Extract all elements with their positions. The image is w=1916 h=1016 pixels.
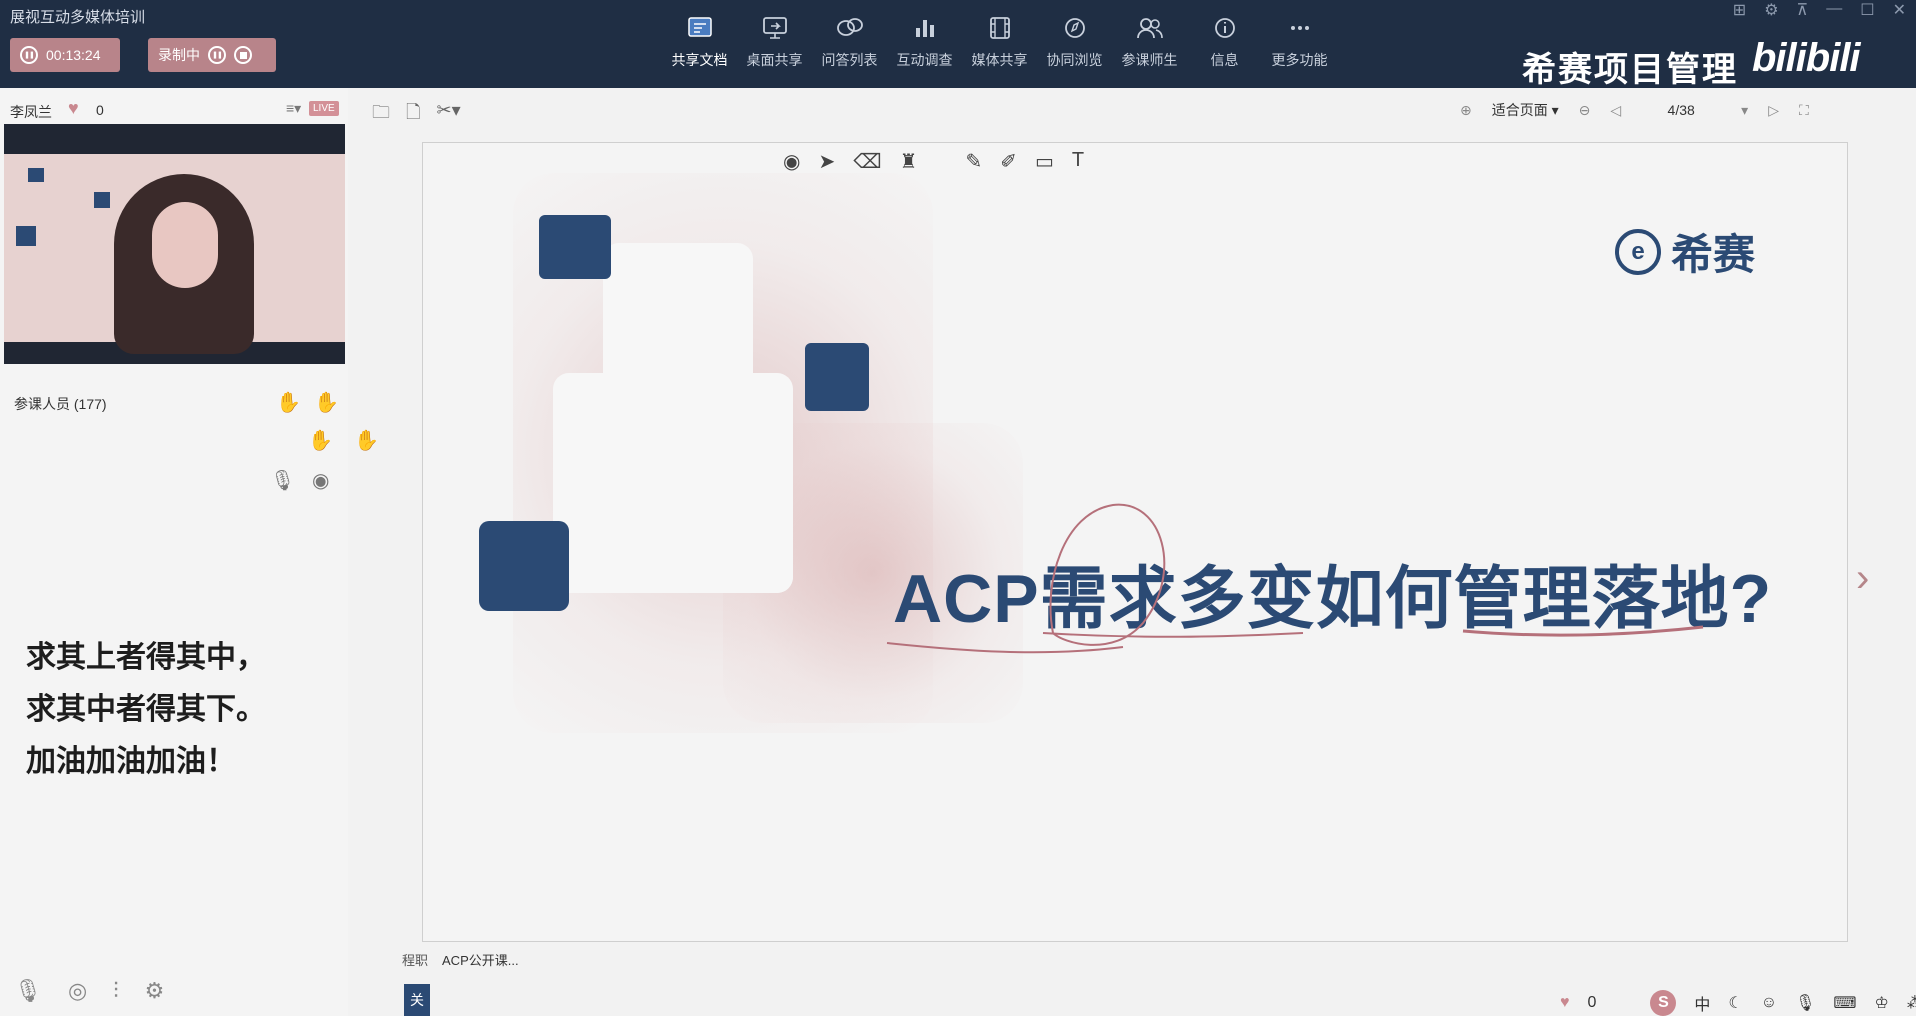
zoom-select[interactable]: 适合页面 ▾ (1492, 100, 1559, 120)
qa-list-icon (835, 14, 865, 42)
brand-watermark: 希赛项目管理 (1522, 51, 1738, 89)
timer-pill[interactable]: 00:13:24 (10, 38, 120, 72)
camera-icon[interactable]: ◉ (312, 468, 329, 493)
app-title: 展视互动多媒体培训 (10, 9, 146, 26)
stop-recording-icon[interactable] (234, 46, 252, 64)
close-icon[interactable]: ✕ (1893, 0, 1906, 20)
tray-likes: 0 (1587, 994, 1597, 1011)
doc-tab-name[interactable]: ACP公开课... (442, 950, 519, 969)
pin-icon[interactable]: ⊼ (1797, 0, 1809, 20)
tool-survey[interactable]: 互动调查 (887, 14, 962, 70)
microphone-icon[interactable]: 🎙 (270, 468, 295, 493)
title-bar: 展视互动多媒体培训 00:13:24 录制中 共享文档 桌面共享 问答列表 (0, 0, 1916, 89)
slide-canvas[interactable]: ◉ ➤ ⌫ ♜ ✎ ✐ ▭ T e 希赛 ACP需求多变如何管理落地? (422, 142, 1848, 942)
video-frame (4, 154, 345, 354)
grid-icon[interactable]: ⊞ (1733, 0, 1746, 20)
apps-icon[interactable]: ⁂ (1907, 993, 1916, 1013)
live-badge: LIVE (309, 101, 339, 116)
scissors-icon[interactable]: ✂▾ (436, 100, 460, 130)
next-page-icon[interactable]: ▷ (1768, 102, 1779, 119)
recording-control[interactable]: 录制中 (148, 38, 276, 72)
zoom-bar: ⊕ 适合页面 ▾ ⊖ ◁ 4/38 ▾ ▷ ⛶ (1460, 100, 1809, 120)
tool-co-browse[interactable]: 协同浏览 (1037, 14, 1112, 70)
tool-qa-list[interactable]: 问答列表 (812, 14, 887, 70)
new-file-icon[interactable]: 🗋 (406, 100, 420, 130)
mute-all-icon[interactable]: ✋ (276, 390, 301, 415)
open-folder-icon[interactable]: 🗀 (372, 100, 390, 130)
zoom-out-icon[interactable]: ⊖ (1579, 102, 1591, 119)
equalizer-icon[interactable]: ⫶ (113, 978, 119, 1004)
pause-recording-icon[interactable] (208, 46, 226, 64)
hands-icon[interactable]: ✋ (308, 428, 333, 453)
tool-desktop-share[interactable]: 桌面共享 (737, 14, 812, 70)
desktop-share-icon (760, 14, 790, 42)
compass-icon (1060, 14, 1090, 42)
like-count: 0 (96, 102, 104, 118)
recording-status: 录制中 (158, 47, 200, 63)
motto-text: 求其上者得其中， 求其中者得其下。 加油加油加油！ (26, 641, 266, 778)
session-timer: 00:13:24 (46, 47, 101, 63)
keyboard-icon[interactable]: ⌨ (1833, 993, 1856, 1013)
prev-page-icon[interactable]: ◁ (1610, 102, 1621, 119)
maximize-icon[interactable]: ☐ (1860, 0, 1874, 20)
heart-icon[interactable]: ♥ (1560, 994, 1570, 1012)
list-menu-icon[interactable]: ≡▾ (286, 100, 301, 117)
webcam-icon[interactable]: ◎ (68, 978, 87, 1004)
bottom-left-tools: 🎙 ◎ ⫶ ⚙ (14, 978, 164, 1004)
teacher-name: 李凤兰 (10, 104, 52, 120)
document-tab-bar: 程职 ACP公开课... (402, 950, 519, 969)
moon-icon[interactable]: ☾ (1728, 993, 1742, 1013)
settings-icon[interactable]: ⚙ (1764, 0, 1778, 20)
document-tools: 🗀 🗋 ✂▾ (372, 100, 461, 130)
heart-icon[interactable]: ♥ (68, 98, 79, 119)
system-tray: ♥ 0 S 中 ☾ ☺ 🎙 ⌨ ♔ ⁂ (1560, 990, 1916, 1016)
fullscreen-icon[interactable]: ⛶ (1799, 102, 1809, 119)
people-icon (1135, 14, 1165, 42)
shirt-icon[interactable]: ♔ (1875, 993, 1889, 1013)
participants-count: 参课人员 (177) (14, 396, 107, 412)
wave-icon[interactable]: ✋ (354, 428, 379, 453)
pen-annotations (886, 503, 1704, 654)
tool-more[interactable]: 更多功能 (1262, 14, 1337, 70)
ime-logo-icon[interactable]: S (1650, 990, 1677, 1016)
left-panel: 李凤兰 ♥ 0 ≡▾ LIVE 参课人员 (177) ✋ ✋ ✋ ✋ 🎙 ◉ 求… (0, 88, 379, 1016)
page-dropdown-icon[interactable]: ▾ (1741, 102, 1748, 119)
window-controls: ⊞ ⚙ ⊼ — ☐ ✕ (1733, 0, 1906, 20)
doc-tab-fragment[interactable]: 程职 (402, 950, 428, 969)
info-icon (1210, 14, 1240, 42)
bilibili-logo: bilibili (1752, 36, 1861, 80)
next-slide-arrow[interactable]: › (1856, 556, 1869, 601)
tool-participants[interactable]: 参课师生 (1112, 14, 1187, 70)
page-number[interactable]: 4/38 (1641, 102, 1721, 118)
teacher-video (4, 124, 345, 364)
mic-icon[interactable]: 🎙 (14, 978, 42, 1004)
more-dots-icon (1285, 14, 1315, 42)
minimize-icon[interactable]: — (1826, 0, 1842, 20)
zoom-in-icon[interactable]: ⊕ (1460, 102, 1472, 119)
ime-mode[interactable]: 中 (1694, 991, 1710, 1015)
main-toolbar: 共享文档 桌面共享 问答列表 互动调查 媒体共享 协同浏览 参课师生 信息 更多… (662, 14, 1337, 70)
blue-tab[interactable]: 关 (404, 984, 430, 1016)
media-film-icon (985, 14, 1015, 42)
voice-icon[interactable]: 🎙 (1795, 993, 1815, 1013)
gear-icon[interactable]: ⚙ (145, 978, 165, 1004)
emoji-icon[interactable]: ☺ (1761, 994, 1777, 1012)
survey-chart-icon (910, 14, 940, 42)
share-doc-icon (685, 14, 715, 42)
raise-hand-icon[interactable]: ✋ (314, 390, 339, 415)
tool-media-share[interactable]: 媒体共享 (962, 14, 1037, 70)
tool-info[interactable]: 信息 (1187, 14, 1262, 70)
tool-share-doc[interactable]: 共享文档 (662, 14, 737, 70)
pause-icon (20, 46, 38, 64)
